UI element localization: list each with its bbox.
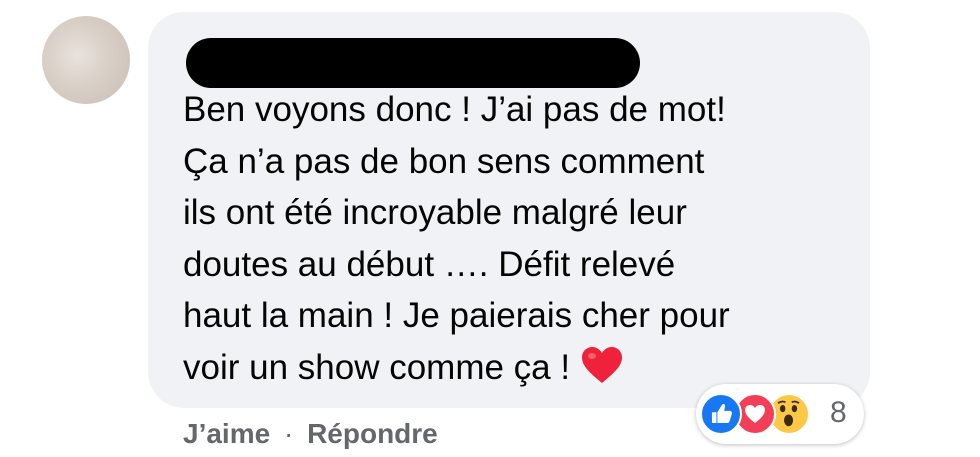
comment-actions: J’aime · Répondre — [183, 418, 438, 450]
avatar[interactable] — [42, 16, 130, 104]
like-link[interactable]: J’aime — [183, 418, 270, 450]
comment-text: Ben voyons donc ! J’ai pas de mot! Ça n’… — [183, 84, 853, 393]
like-icon — [700, 393, 742, 435]
reply-link[interactable]: Répondre — [307, 418, 438, 450]
comment-line: doutes au début …. Défit relevé — [183, 244, 676, 284]
comment-line: ils ont été incroyable malgré leur — [183, 193, 687, 232]
comment-line: haut la main ! Je paierais cher pour — [183, 296, 730, 335]
reaction-summary[interactable]: 8 — [696, 384, 864, 444]
action-separator: · — [283, 418, 294, 449]
comment-line-text: voir un show comme ça ! — [183, 347, 571, 387]
heart-icon — [580, 345, 624, 385]
reaction-count: 8 — [830, 396, 847, 429]
redacted-author-name — [186, 38, 640, 88]
comment-line: Ça n’a pas de bon sens comment — [183, 141, 705, 181]
comment-line: Ben voyons donc ! J’ai pas de mot! — [183, 90, 726, 129]
